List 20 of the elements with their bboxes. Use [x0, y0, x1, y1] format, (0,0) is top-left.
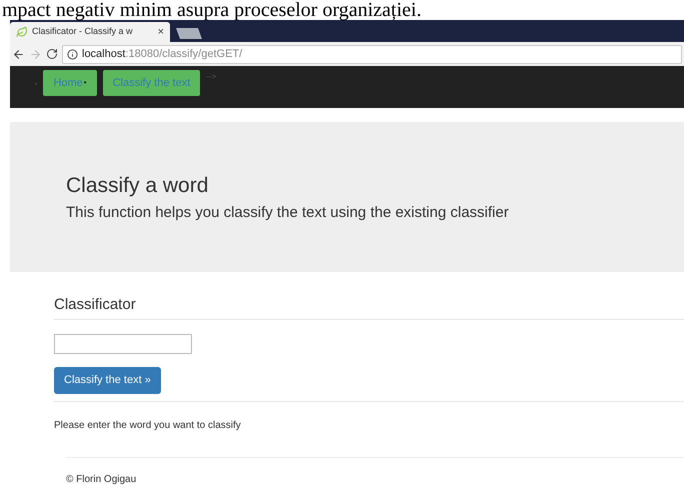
close-icon[interactable]: × — [158, 24, 164, 40]
tab-title: Clasificator - Classify a w — [32, 25, 133, 38]
new-tab-button[interactable] — [176, 28, 202, 39]
reload-icon[interactable] — [46, 48, 58, 60]
browser-tab[interactable]: Clasificator - Classify a w × — [10, 22, 170, 42]
document-text: mpact negativ minim asupra proceselor organizației. — [1, 0, 422, 20]
footer-text: © Florin Ogigau — [66, 472, 138, 486]
address-field[interactable]: localhost:18080/classify/getGET/ — [62, 44, 682, 64]
input-field[interactable] — [54, 334, 192, 354]
info-icon — [67, 48, 78, 60]
url-text: localhost:18080/classify/getGET/ — [82, 46, 242, 62]
leaf-icon — [16, 26, 28, 38]
nav-link[interactable]: Home• — [43, 70, 97, 96]
back-icon[interactable] — [12, 48, 25, 60]
section-heading: Classificator — [54, 294, 684, 320]
classify-button[interactable]: Classify the text » — [54, 366, 161, 394]
comment-arrow-text: --> — [206, 71, 216, 83]
page-subtitle: This function helps you classify the text using the existing classifier — [66, 203, 510, 223]
page-title: Classify a word — [66, 173, 210, 199]
hint-text: Please enter the word you want to classify — [54, 418, 242, 432]
